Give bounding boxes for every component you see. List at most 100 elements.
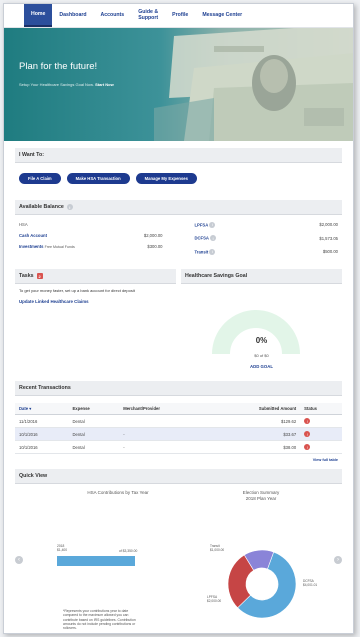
transactions-table: Date ▾ Expense Merchant/Provider Submitt… [15,403,342,454]
nav-message-center[interactable]: Message Center [195,4,249,27]
dcfsa-link[interactable]: DCFSA [195,236,209,241]
task-direct-deposit[interactable]: To get your money faster, set up a bank … [15,284,176,295]
tx-amount: $33.67 [209,427,301,441]
lpfsa-slice-value: $2,000.00 [207,598,222,603]
i-want-to-heading: I Want To: [15,148,342,163]
slice-label-dcfsa: DCFSA $4,001.01 [303,579,318,588]
tx-merchant: - [119,440,210,454]
tx-expense: Dental [68,427,120,441]
lpfsa-value: $2,000.00 [319,222,338,227]
quick-view-heading: Quick View [15,469,342,484]
tx-date: 10/1/2016 [15,440,69,454]
slice-label-lpfsa: LPFSA $2,000.00 [207,595,222,604]
i-want-to-section: I Want To: File A Claim Make HSA Transac… [15,148,342,193]
savings-goal-gauge [212,310,300,355]
tx-amount: $38.00 [209,440,301,454]
col-amount[interactable]: Submitted Amount [209,403,301,415]
savings-goal-panel: Healthcare Savings Goal 0% $0 of $0 ADD … [181,269,342,374]
nav-accounts[interactable]: Accounts [94,4,132,27]
tasks-title: Tasks [19,273,34,279]
slice-label-transit: Transit $1,000.00 [210,544,225,553]
hsa-contributions-title: HSA Contributions by Tax Year [87,490,149,495]
col-expense[interactable]: Expense [68,403,120,415]
view-full-table-link[interactable]: View full table [15,454,342,462]
election-summary-title-line2: 2018 Plan Year [245,495,277,501]
info-icon[interactable]: i [209,221,216,228]
nav-guide-support[interactable]: Guide & Support [131,4,165,27]
table-row[interactable]: 10/1/2016 Dental - $38.00 ! [15,440,342,454]
bar-value-label: $1,400 [57,547,68,552]
nav-dashboard[interactable]: Dashboard [52,4,93,27]
cash-account-link[interactable]: Cash Account [19,233,47,238]
alert-icon[interactable]: ! [304,431,311,437]
savings-goal-heading: Healthcare Savings Goal [181,269,342,284]
col-merchant[interactable]: Merchant/Provider [119,403,210,415]
carousel-prev-button[interactable]: ‹ [15,556,23,564]
carousel-pagination [15,632,342,633]
update-claims-link[interactable]: Update Linked Healthcare Claims [15,295,176,308]
available-balance-title: Available Balance [19,204,64,210]
tx-merchant [119,414,210,428]
tx-amount: $129.62 [209,414,301,428]
table-row[interactable]: 10/1/2016 Dental - $33.67 ! [15,427,342,441]
alert-icon[interactable]: ! [304,418,311,424]
info-icon[interactable]: i [210,235,217,241]
tx-merchant: - [119,427,210,441]
manage-expenses-button[interactable]: Manage My Expenses [135,173,197,184]
contributions-footnote: *Represents your contributions year to d… [63,609,136,630]
sort-desc-icon: ▾ [29,406,32,411]
investments-note: Free Mutual Funds [44,245,75,249]
nav-home[interactable]: Home [24,4,53,27]
make-hsa-transaction-button[interactable]: Make HSA Transaction [66,173,130,184]
col-status[interactable]: Status [300,403,342,415]
start-now-link[interactable]: Start Now [95,82,114,87]
money-banner-image [154,28,353,141]
tx-expense: Dental [68,414,120,428]
tasks-heading: Tasks 2 [15,269,176,284]
transit-slice-value: $1,000.00 [210,547,225,552]
transit-link[interactable]: Transit [195,249,209,254]
tasks-count-badge: 2 [36,273,43,279]
hsa-contribution-bar [57,556,135,566]
hero-subtitle: Setup Your Healthcare Savings Goal Now. … [19,82,114,87]
investments-value: $300.00 [147,244,163,249]
bar-tick-label: 2018 $1,400 [57,544,68,553]
tx-date: 11/1/2016 [15,414,69,428]
nav-profile[interactable]: Profile [165,4,195,27]
app-window: Home Dashboard Accounts Guide & Support … [3,3,354,634]
tx-expense: Dental [68,440,120,454]
fsa-balances: LPFSA i $2,000.00 DCFSA i $1,573.05 Tran… [183,219,338,257]
recent-transactions-heading: Recent Transactions [15,381,342,396]
available-balance-heading: Available Balance i [15,200,342,215]
tasks-panel: Tasks 2 To get your money faster, set up… [15,269,176,374]
available-balance-section: Available Balance i HSA Cash Account $2,… [15,200,342,263]
investments-link[interactable]: Investments [19,244,43,249]
cash-account-value: $2,000.00 [143,233,163,238]
recent-transactions-section: Recent Transactions Date ▾ Expense Merch… [15,381,342,462]
dcfsa-value: $1,573.05 [319,235,338,241]
info-icon[interactable]: i [209,248,216,255]
col-date-label: Date [19,406,29,411]
top-nav: Home Dashboard Accounts Guide & Support … [4,4,353,28]
bar-max-label: of $3,350.00 [119,549,138,553]
alert-icon[interactable]: ! [304,444,311,450]
carousel-next-button[interactable]: › [334,556,342,564]
hero-title: Plan for the future! [19,61,98,72]
hero-banner: Plan for the future! Setup Your Healthca… [4,28,353,141]
hsa-label: HSA [19,222,28,227]
file-claim-button[interactable]: File A Claim [19,173,61,184]
lpfsa-link[interactable]: LPFSA [195,222,209,227]
add-goal-link[interactable]: ADD GOAL [181,364,342,369]
dcfsa-slice-value: $4,001.01 [303,582,318,587]
table-row[interactable]: 11/1/2016 Dental $129.62 ! [15,414,342,428]
hero-subtitle-text: Setup Your Healthcare Savings Goal Now. [19,82,94,87]
savings-goal-percent: 0% [255,336,268,345]
election-summary-title: Election Summary 2018 Plan Year [211,490,311,502]
col-date[interactable]: Date ▾ [15,403,69,415]
transit-value: $500.00 [322,249,338,254]
savings-goal-amount: $0 of $0 [254,353,269,358]
election-summary-donut [227,549,297,619]
hsa-balances: HSA Cash Account $2,000.00 Investments F… [19,219,183,257]
quick-view-section: Quick View ‹ › HSA Contributions by Tax … [15,469,342,633]
info-icon[interactable]: i [66,204,73,210]
